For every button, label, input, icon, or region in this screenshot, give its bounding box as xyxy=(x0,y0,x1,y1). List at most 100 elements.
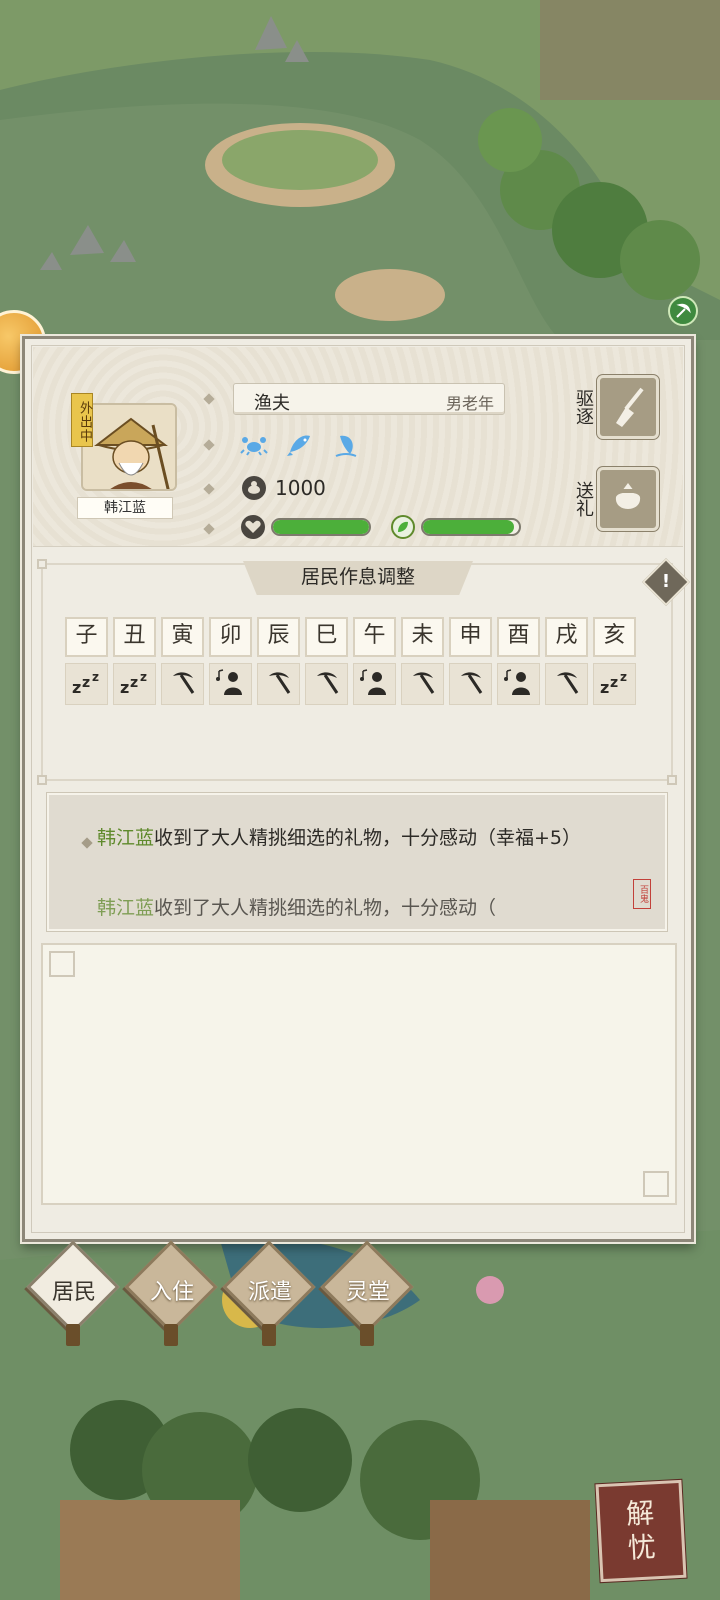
heart-icon xyxy=(241,515,265,539)
tab-label: 居民 xyxy=(51,1280,96,1305)
tab-label: 灵堂 xyxy=(345,1280,390,1305)
frame-corner xyxy=(37,775,47,785)
hour-cell: 申 xyxy=(449,617,492,657)
pickaxe-icon xyxy=(313,668,341,700)
frame-corner xyxy=(37,559,47,569)
expel-action[interactable]: 驱逐 xyxy=(573,375,659,439)
warning-icon[interactable]: ! xyxy=(641,557,691,607)
activity-cell[interactable] xyxy=(161,663,204,705)
activity-cell[interactable] xyxy=(401,663,444,705)
log-entry-text: 收到了大人精挑细选的礼物，十分感动（幸福+5） xyxy=(154,827,582,849)
gift-action[interactable]: 送礼 xyxy=(573,467,659,531)
leisure-music-icon xyxy=(503,667,535,701)
hour-cell: 丑 xyxy=(113,617,156,657)
activity-cell[interactable]: zzz xyxy=(113,663,156,705)
svg-text:z: z xyxy=(610,675,618,691)
tab-residents[interactable]: 居民 xyxy=(26,1240,120,1346)
health-bar-fill xyxy=(273,520,369,534)
frame-corner xyxy=(643,1171,669,1197)
happiness-bar-fill xyxy=(423,520,515,534)
jieyou-button[interactable]: 解 忧 xyxy=(595,1479,687,1583)
log-bullet-icon xyxy=(81,837,93,849)
tab-label: 入住 xyxy=(149,1280,194,1305)
jieyou-char-2: 忧 xyxy=(627,1530,657,1565)
leisure-music-icon xyxy=(359,667,391,701)
gender-age-label: 男老年 xyxy=(445,394,494,413)
tab-peg xyxy=(164,1324,178,1346)
log-entry-name[interactable]: 韩江蓝 xyxy=(97,827,154,849)
svg-text:z: z xyxy=(82,675,90,691)
activity-cell[interactable] xyxy=(545,663,588,705)
bottom-tab-bar: 居民 入住 派遣 灵堂 xyxy=(26,1240,414,1346)
row-bullet-icon xyxy=(203,393,215,405)
expel-button[interactable] xyxy=(597,375,659,439)
gift-label: 送礼 xyxy=(573,481,594,517)
leisure-music-icon xyxy=(215,667,247,701)
pickaxe-icon xyxy=(409,668,437,700)
hour-cell: 辰 xyxy=(257,617,300,657)
row-bullet-icon xyxy=(203,523,215,535)
activity-cell[interactable] xyxy=(209,663,252,705)
leaf-happiness-icon xyxy=(391,515,415,539)
log-entry: 韩江蓝收到了大人精挑细选的礼物，十分感动（ xyxy=(97,895,617,921)
activity-cell[interactable]: zzz xyxy=(65,663,108,705)
coin-pouch-icon xyxy=(242,476,266,500)
frame-corner xyxy=(667,775,677,785)
log-entry-name[interactable]: 韩江蓝 xyxy=(97,897,154,919)
sleep-icon: zzz xyxy=(598,669,632,699)
log-entry-text: 收到了大人精挑细选的礼物，十分感动（ xyxy=(154,897,497,919)
svg-text:z: z xyxy=(620,670,627,684)
gift-bag-icon xyxy=(615,483,641,509)
avatar xyxy=(81,403,177,491)
expel-label: 驱逐 xyxy=(573,389,594,425)
activity-cell[interactable] xyxy=(497,663,540,705)
event-log: 韩江蓝收到了大人精挑细选的礼物，十分感动（幸福+5） 韩江蓝收到了大人精挑细选的… xyxy=(47,793,667,931)
money-value: 1000 xyxy=(275,476,326,500)
hour-cell: 子 xyxy=(65,617,108,657)
tab-move-in[interactable]: 入住 xyxy=(124,1240,218,1346)
schedule-section: 居民作息调整 ! 子丑寅卯辰巳午未申酉戌亥 zzzzzzzzz xyxy=(37,557,691,785)
hour-cell: 卯 xyxy=(209,617,252,657)
activity-cell[interactable] xyxy=(449,663,492,705)
fish-jump-icon[interactable] xyxy=(331,431,361,459)
jieyou-char-1: 解 xyxy=(625,1496,655,1531)
activity-cell[interactable] xyxy=(305,663,348,705)
notes-area xyxy=(41,943,677,1205)
fish-icon[interactable] xyxy=(285,431,315,459)
resident-header: 外出中 韩江蓝 渔夫 男老年 1000 驱逐 送礼 xyxy=(33,347,683,547)
sleep-icon: zzz xyxy=(70,669,104,699)
hour-cell: 酉 xyxy=(497,617,540,657)
happiness-bar xyxy=(421,518,521,536)
hour-cell: 寅 xyxy=(161,617,204,657)
tab-dispatch[interactable]: 派遣 xyxy=(222,1240,316,1346)
pickaxe-icon xyxy=(553,668,581,700)
tab-memorial-hall[interactable]: 灵堂 xyxy=(320,1240,414,1346)
row-bullet-icon xyxy=(203,483,215,495)
row-bullet-icon xyxy=(203,439,215,451)
tab-label: 派遣 xyxy=(247,1280,292,1305)
resident-name: 韩江蓝 xyxy=(77,497,173,519)
status-badge: 外出中 xyxy=(71,393,93,447)
log-entry: 韩江蓝收到了大人精挑细选的礼物，十分感动（幸福+5） xyxy=(97,825,617,851)
pickaxe-icon xyxy=(457,668,485,700)
svg-text:z: z xyxy=(600,678,609,695)
pickaxe-icon xyxy=(265,668,293,700)
pickaxe-badge-icon[interactable] xyxy=(668,296,698,326)
activity-row: zzzzzzzzz xyxy=(65,663,636,705)
activity-cell[interactable] xyxy=(353,663,396,705)
crab-icon[interactable] xyxy=(239,431,269,459)
hour-cell: 亥 xyxy=(593,617,636,657)
broom-icon xyxy=(616,387,644,427)
tab-peg xyxy=(360,1324,374,1346)
hour-cell: 午 xyxy=(353,617,396,657)
hour-cell: 巳 xyxy=(305,617,348,657)
hour-labels: 子丑寅卯辰巳午未申酉戌亥 xyxy=(65,617,636,657)
gift-button[interactable] xyxy=(597,467,659,531)
trait-list xyxy=(239,431,361,459)
tab-peg xyxy=(262,1324,276,1346)
activity-cell[interactable]: zzz xyxy=(593,663,636,705)
svg-text:z: z xyxy=(120,678,129,695)
hour-cell: 戌 xyxy=(545,617,588,657)
activity-cell[interactable] xyxy=(257,663,300,705)
svg-text:z: z xyxy=(140,670,147,684)
